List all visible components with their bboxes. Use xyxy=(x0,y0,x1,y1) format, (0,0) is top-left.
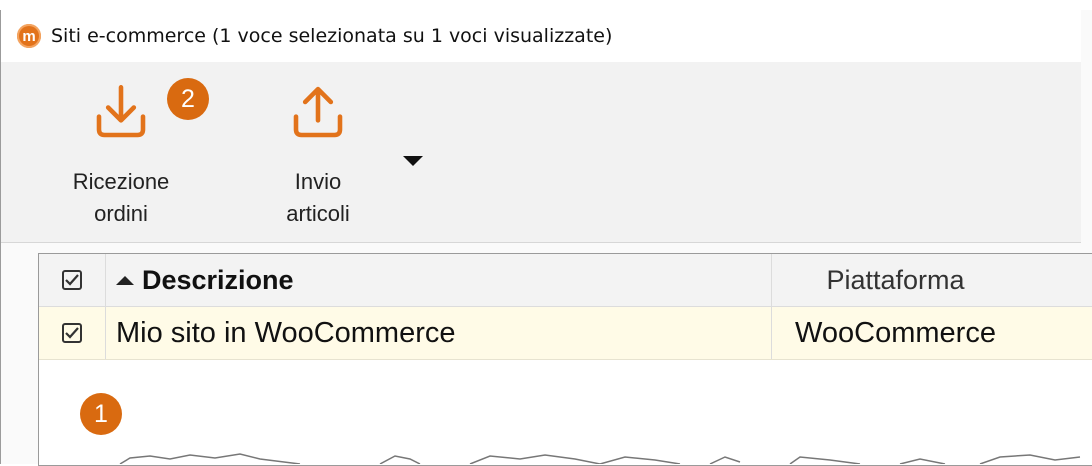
title-bar: m Siti e-commerce (1 voce selezionata su… xyxy=(1,10,1081,62)
table-header: Descrizione Piattaforma xyxy=(39,254,1092,307)
row-platform: WooCommerce xyxy=(795,316,996,349)
check-icon xyxy=(65,327,79,339)
step-badge-2: 2 xyxy=(167,78,209,120)
sites-table: Descrizione Piattaforma Mio sito in WooC… xyxy=(38,253,1092,466)
table-row[interactable]: Mio sito in WooCommerce WooCommerce xyxy=(39,307,1092,360)
more-actions-dropdown-icon[interactable] xyxy=(403,156,423,166)
toolbar: Ricezione ordini Invio articoli xyxy=(1,62,1081,243)
app-logo-icon: m xyxy=(17,24,41,48)
select-all-checkbox[interactable] xyxy=(62,270,82,290)
download-icon xyxy=(96,85,146,138)
row-description: Mio sito in WooCommerce xyxy=(106,307,772,359)
receive-orders-label: Ricezione ordini xyxy=(72,169,170,226)
check-icon xyxy=(65,274,79,286)
send-items-label: Invio articoli xyxy=(286,169,350,226)
torn-edge-decoration xyxy=(119,453,1081,464)
upload-icon xyxy=(293,86,343,138)
select-all-cell[interactable] xyxy=(39,254,106,306)
step-badge-1: 1 xyxy=(80,393,122,435)
send-items-button[interactable]: Invio articoli xyxy=(248,80,388,230)
sort-ascending-icon xyxy=(116,275,134,285)
column-header-description[interactable]: Descrizione xyxy=(106,254,772,306)
row-checkbox[interactable] xyxy=(62,323,82,343)
row-select-cell[interactable] xyxy=(39,307,106,359)
window-title: Siti e-commerce (1 voce selezionata su 1… xyxy=(51,25,613,47)
column-header-platform[interactable]: Piattaforma xyxy=(772,254,1092,306)
